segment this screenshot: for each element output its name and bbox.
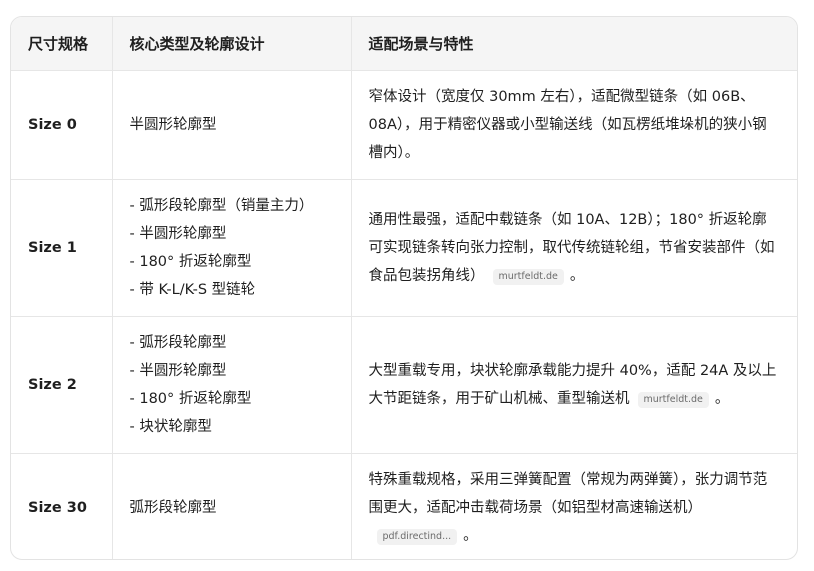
size-cell: Size 0: [11, 70, 112, 180]
profile-item: - 180° 折返轮廓型: [129, 253, 252, 270]
table-row: Size 30 弧形段轮廓型 特殊重载规格，采用三弹簧配置（常规为两弹簧），张力…: [11, 453, 797, 559]
feature-cell: 特殊重载规格，采用三弹簧配置（常规为两弹簧），张力调节范围更大，适配冲击载荷场景…: [350, 453, 797, 559]
table-row: Size 1 - 弧形段轮廓型（销量主力） - 半圆形轮廓型 - 180° 折返…: [11, 179, 797, 317]
source-link-chip[interactable]: murtfeldt.de: [637, 391, 709, 408]
profile-item: - 半圆形轮廓型: [129, 362, 227, 379]
profile-item: - 弧形段轮廓型: [129, 334, 227, 351]
spec-table-container: 尺寸规格 核心类型及轮廓设计 适配场景与特性 Size 0 半圆形轮廓型 窄体设…: [10, 16, 798, 560]
sentence-end: 。: [714, 390, 730, 407]
size-cell: Size 2: [11, 316, 112, 454]
feature-cell: 窄体设计（宽度仅 30mm 左右），适配微型链条（如 06B、08A），用于精密…: [350, 70, 797, 180]
size-cell: Size 1: [11, 179, 112, 317]
source-link-chip[interactable]: murtfeldt.de: [492, 268, 564, 285]
table-row: Size 2 - 弧形段轮廓型 - 半圆形轮廓型 - 180° 折返轮廓型 - …: [11, 316, 797, 454]
feature-cell: 通用性最强，适配中载链条（如 10A、12B）；180° 折返轮廓可实现链条转向…: [350, 179, 797, 317]
sentence-end: 。: [569, 267, 585, 284]
table-row: Size 0 半圆形轮廓型 窄体设计（宽度仅 30mm 左右），适配微型链条（如…: [11, 70, 797, 180]
profile-item: - 块状轮廓型: [129, 418, 212, 435]
feature-text: 特殊重载规格，采用三弹簧配置（常规为两弹簧），张力调节范围更大，适配冲击载荷场景…: [368, 471, 768, 516]
table-header-row: 尺寸规格 核心类型及轮廓设计 适配场景与特性: [11, 17, 797, 71]
spec-table: 尺寸规格 核心类型及轮廓设计 适配场景与特性 Size 0 半圆形轮廓型 窄体设…: [11, 17, 797, 559]
header-size: 尺寸规格: [11, 17, 112, 71]
profile-item: - 半圆形轮廓型: [129, 225, 227, 242]
sentence-end: 。: [463, 527, 478, 544]
profile-item: - 180° 折返轮廓型: [129, 390, 252, 407]
profile-item: 半圆形轮廓型: [129, 116, 217, 133]
profile-cell: - 弧形段轮廓型（销量主力） - 半圆形轮廓型 - 180° 折返轮廓型 - 带…: [111, 179, 351, 317]
feature-cell: 大型重载专用，块状轮廓承载能力提升 40%，适配 24A 及以上大节距链条，用于…: [350, 316, 797, 454]
profile-cell: 半圆形轮廓型: [111, 70, 351, 180]
header-profile-type: 核心类型及轮廓设计: [111, 17, 351, 71]
feature-text: 窄体设计（宽度仅 30mm 左右），适配微型链条（如 06B、08A），用于精密…: [368, 88, 767, 161]
size-cell: Size 30: [28, 499, 87, 516]
header-scenario: 适配场景与特性: [350, 17, 797, 71]
source-link-chip[interactable]: pdf.directind...: [376, 528, 458, 545]
profile-item: 弧形段轮廓型: [129, 499, 217, 516]
profile-item: - 弧形段轮廓型（销量主力）: [129, 197, 314, 214]
profile-item: - 带 K-L/K-S 型链轮: [129, 281, 256, 298]
profile-cell: - 弧形段轮廓型 - 半圆形轮廓型 - 180° 折返轮廓型 - 块状轮廓型: [111, 316, 351, 454]
profile-cell: 弧形段轮廓型: [111, 453, 351, 559]
